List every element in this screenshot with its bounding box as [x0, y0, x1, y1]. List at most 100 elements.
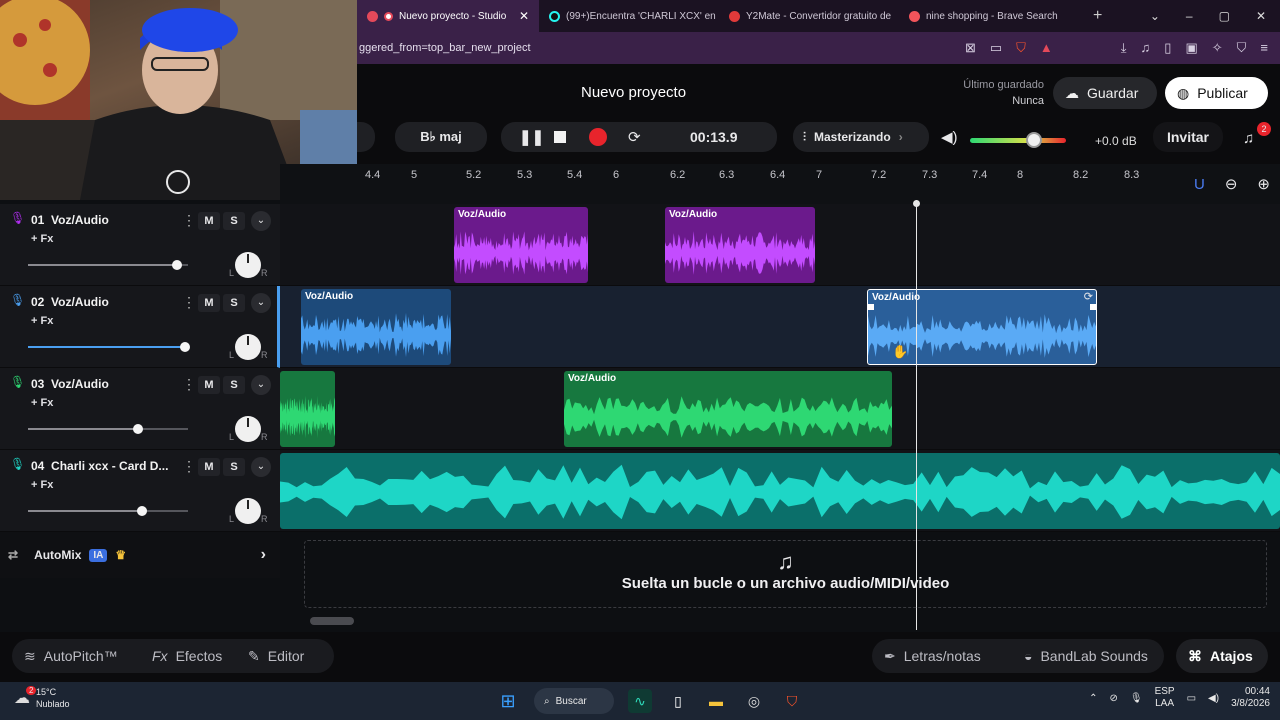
- drop-zone[interactable]: ♫ Suelta un bucle o un archivo audio/MID…: [304, 540, 1267, 608]
- loop-icon[interactable]: ⟳: [628, 128, 641, 146]
- obs-icon[interactable]: ◎: [742, 689, 766, 713]
- volume-thumb[interactable]: [136, 506, 147, 516]
- file-icon[interactable]: ▯: [666, 689, 690, 713]
- timeline-ruler[interactable]: 4.4 5 5.2 5.3 5.4 6 6.2 6.3 6.4 7 7.2 7.3 7.4 8 8.2 8.3…: [280, 164, 1280, 204]
- master-volume-slider[interactable]: [970, 138, 1066, 143]
- solo-button[interactable]: S: [223, 212, 245, 230]
- key-selector[interactable]: B♭ maj: [395, 122, 487, 152]
- vpn-icon[interactable]: ⛉: [1237, 40, 1247, 56]
- brave-shield-icon[interactable]: ⛉: [1016, 40, 1026, 56]
- network-off-icon[interactable]: ⊘: [1109, 693, 1117, 704]
- cast-icon[interactable]: ▭: [990, 40, 1002, 56]
- track-lane-04[interactable]: [280, 450, 1280, 532]
- invite-button[interactable]: Invitar: [1153, 122, 1223, 152]
- chevron-down-icon[interactable]: ⌄: [251, 457, 271, 477]
- close-tab-icon[interactable]: ✕: [519, 9, 529, 23]
- browser-tab[interactable]: Nuevo proyecto - Studio ✕: [357, 0, 539, 32]
- address-bar[interactable]: ggered_from=top_bar_new_project ⊠ ▭ ⛉ ▲ …: [357, 32, 1280, 64]
- volume-slider[interactable]: [28, 506, 188, 516]
- volume-slider[interactable]: [28, 342, 190, 352]
- shortcuts-button[interactable]: ⌘ Atajos: [1176, 639, 1268, 673]
- minimize-icon[interactable]: –: [1186, 9, 1193, 23]
- autopitch-button[interactable]: ≋ AutoPitch™: [12, 639, 140, 673]
- mastering-button[interactable]: ⫶ Masterizando ›: [793, 122, 929, 152]
- chevron-down-icon[interactable]: ⌄: [251, 211, 271, 231]
- app-audio-icon[interactable]: ∿: [628, 689, 652, 713]
- track-header-01[interactable]: 🎙 01 Voz/Audio ⋮ M S ⌄ + Fx L R: [0, 204, 280, 286]
- pan-knob[interactable]: [235, 334, 261, 360]
- add-fx-button[interactable]: + Fx: [31, 479, 53, 491]
- volume-slider[interactable]: [28, 424, 188, 434]
- chevron-right-icon[interactable]: ›: [261, 546, 266, 564]
- editor-button[interactable]: ✎ Editor: [236, 639, 334, 673]
- track-name[interactable]: 01 Voz/Audio: [31, 213, 109, 227]
- windows-start-icon[interactable]: ⊞: [496, 689, 520, 713]
- project-title[interactable]: Nuevo proyecto: [581, 84, 686, 101]
- solo-button[interactable]: S: [223, 294, 245, 312]
- track-options-icon[interactable]: ⋮: [182, 376, 196, 393]
- weather-widget[interactable]: ☁ 2 15°C Nublado: [14, 686, 70, 710]
- leo-icon[interactable]: ✧: [1212, 40, 1223, 56]
- mute-button[interactable]: M: [198, 458, 220, 476]
- browser-tab[interactable]: nine shopping - Brave Search: [899, 0, 1079, 32]
- chevron-down-icon[interactable]: ⌄: [251, 293, 271, 313]
- menu-icon[interactable]: ≡: [1260, 40, 1268, 56]
- browser-tab[interactable]: Y2Mate - Convertidor gratuito de: [719, 0, 899, 32]
- pan-knob[interactable]: [235, 498, 261, 524]
- zoom-out-icon[interactable]: ⊖: [1225, 175, 1238, 193]
- brave-rewards-icon[interactable]: ▲: [1040, 40, 1053, 56]
- volume-thumb[interactable]: [133, 424, 144, 434]
- master-volume-thumb[interactable]: [1026, 132, 1043, 148]
- volume-icon[interactable]: ◀): [1208, 693, 1219, 704]
- audio-clip-selected[interactable]: Voz/Audio ⟳ ✋: [867, 289, 1097, 365]
- url-text[interactable]: ggered_from=top_bar_new_project: [359, 42, 531, 54]
- track-header-02[interactable]: 🎙 02 Voz/Audio ⋮ M S ⌄ + Fx L R: [0, 286, 280, 368]
- add-fx-button[interactable]: + Fx: [31, 397, 53, 409]
- track-name[interactable]: 02 Voz/Audio: [31, 295, 109, 309]
- track-options-icon[interactable]: ⋮: [182, 212, 196, 229]
- automix-row[interactable]: ⇄ AutoMix IA ♛ ›: [0, 532, 280, 578]
- track-lane-03[interactable]: Voz/Audio: [280, 368, 1280, 450]
- track-lane-02[interactable]: Voz/Audio Voz/Audio ⟳ ✋: [280, 286, 1280, 368]
- track-options-icon[interactable]: ⋮: [182, 294, 196, 311]
- close-window-icon[interactable]: ✕: [1256, 9, 1266, 23]
- track-header-03[interactable]: 🎙 03 Voz/Audio ⋮ M S ⌄ + Fx L R: [0, 368, 280, 450]
- maximize-icon[interactable]: ▢: [1219, 9, 1230, 23]
- lyrics-button[interactable]: ✒ Letras/notas: [872, 639, 1012, 673]
- track-header-04[interactable]: 🎙 04 Charli xcx - Card D... ⋮ M S ⌄ + Fx…: [0, 450, 280, 532]
- volume-slider[interactable]: [28, 260, 188, 270]
- bell-icon[interactable]: ♫: [1243, 130, 1254, 147]
- language-indicator[interactable]: ESP LAA: [1155, 686, 1175, 710]
- sidebar-toggle[interactable]: [357, 122, 375, 152]
- block-icon[interactable]: ⊠: [965, 40, 976, 56]
- chevron-down-icon[interactable]: ⌄: [251, 375, 271, 395]
- solo-button[interactable]: S: [223, 458, 245, 476]
- audio-clip[interactable]: [280, 371, 335, 447]
- save-button[interactable]: ☁ Guardar: [1053, 77, 1157, 109]
- track-name[interactable]: 04 Charli xcx - Card D...: [31, 459, 168, 473]
- monitor-icon[interactable]: ▭: [1187, 693, 1196, 704]
- clock[interactable]: 00:44 3/8/2026: [1231, 686, 1270, 710]
- effects-button[interactable]: Fx Efectos: [140, 639, 236, 673]
- media-icon[interactable]: ♫: [1141, 40, 1151, 56]
- speaker-icon[interactable]: ◀): [941, 128, 958, 146]
- audio-clip[interactable]: Voz/Audio: [564, 371, 892, 447]
- track-options-icon[interactable]: ⋮: [182, 458, 196, 475]
- brave-icon[interactable]: ⛉: [780, 689, 804, 713]
- tray-chevron-icon[interactable]: ⌃: [1089, 693, 1097, 704]
- stop-icon[interactable]: [554, 131, 566, 143]
- folder-icon[interactable]: ▬: [704, 689, 728, 713]
- volume-thumb[interactable]: [179, 342, 190, 352]
- browser-tab[interactable]: (99+)Encuentra 'CHARLI XCX' en: [539, 0, 719, 32]
- new-tab-button[interactable]: +: [1079, 7, 1116, 25]
- snap-magnet-icon[interactable]: U: [1194, 176, 1205, 193]
- pause-icon[interactable]: ❚❚: [519, 128, 544, 146]
- zoom-in-icon[interactable]: ⊕: [1257, 175, 1270, 193]
- volume-thumb[interactable]: [171, 260, 182, 270]
- download-icon[interactable]: ⤓: [1121, 40, 1127, 56]
- mute-button[interactable]: M: [198, 212, 220, 230]
- sidebar-icon[interactable]: ▯: [1164, 40, 1171, 56]
- bandlab-sounds-button[interactable]: ◒ BandLab Sounds: [1012, 639, 1164, 673]
- add-fx-button[interactable]: + Fx: [31, 315, 53, 327]
- audio-clip[interactable]: Voz/Audio: [665, 207, 815, 283]
